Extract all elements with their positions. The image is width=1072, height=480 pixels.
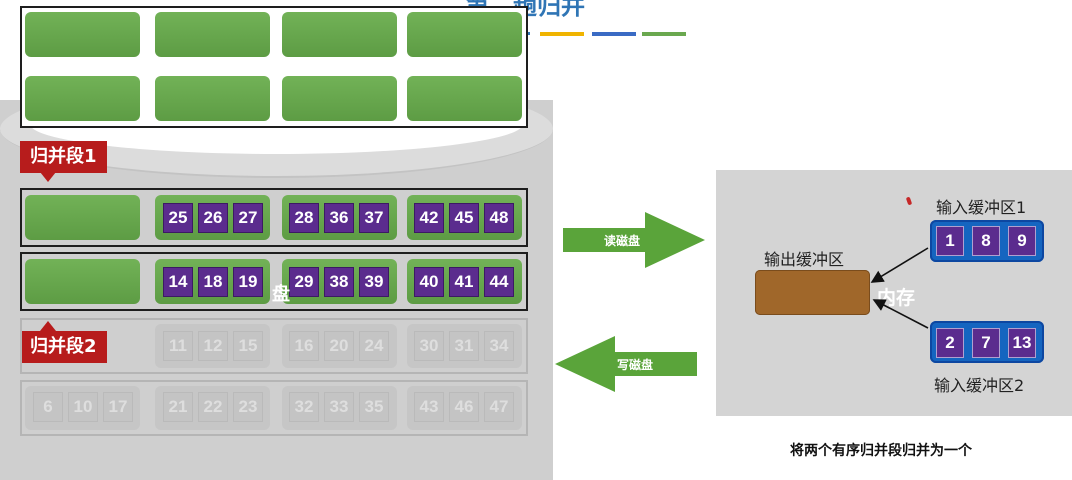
record-cell: 28 [289,203,319,233]
record-cell: 22 [198,392,228,422]
record-cell: 16 [289,331,319,361]
record-cell: 32 [289,392,319,422]
empty-block [25,195,140,240]
record-cell: 34 [484,331,514,361]
record-cell: 15 [233,331,263,361]
record-cell: 21 [163,392,193,422]
record-cell: 19 [233,267,263,297]
record-cell: 42 [414,203,444,233]
record-cell: 17 [103,392,133,422]
empty-block [25,259,140,304]
read-disk-label: 读磁盘 [604,234,641,248]
record-cell: 31 [449,331,479,361]
merge-segment-1-pointer [40,172,56,182]
legend-dash-orange [540,32,584,36]
record-cell: 26 [198,203,228,233]
record-cell: 39 [359,267,389,297]
record-cell: 46 [449,392,479,422]
record-cell: 43 [414,392,444,422]
record-cell: 35 [359,392,389,422]
partial-disk-label: 盘 [272,284,290,305]
record-cell: 25 [163,203,193,233]
top-block [282,12,397,57]
legend-dash-green [642,32,686,36]
record-cell: 41 [449,267,479,297]
top-block [25,12,140,57]
record-cell: 10 [68,392,98,422]
merge-segment-1-label: 归并段1 [20,141,107,173]
record-cell: 24 [359,331,389,361]
record-cell: 12 [198,331,228,361]
record-cell: 27 [233,203,263,233]
record-cell: 33 [324,392,354,422]
record-cell: 40 [414,267,444,297]
record-cell: 18 [198,267,228,297]
record-cell: 36 [324,203,354,233]
record-cell: 11 [163,331,193,361]
record-cell: 38 [324,267,354,297]
record-cell: 47 [484,392,514,422]
record-cell: 6 [33,392,63,422]
top-block [155,76,270,121]
diagram-caption: 将两个有序归并段归并为一个 [790,443,972,459]
record-cell: 44 [484,267,514,297]
write-disk-label: 写磁盘 [617,358,654,372]
legend-dash-blue [592,32,636,36]
merge-arrows [870,247,929,329]
record-cell: 45 [449,203,479,233]
record-cell: 48 [484,203,514,233]
record-cell: 30 [414,331,444,361]
top-block [25,76,140,121]
top-block [282,76,397,121]
top-block [155,12,270,57]
record-cell: 37 [359,203,389,233]
record-cell: 20 [324,331,354,361]
record-cell: 23 [233,392,263,422]
top-block [407,76,522,121]
top-block [407,12,522,57]
record-cell: 14 [163,267,193,297]
record-cell: 29 [289,267,319,297]
